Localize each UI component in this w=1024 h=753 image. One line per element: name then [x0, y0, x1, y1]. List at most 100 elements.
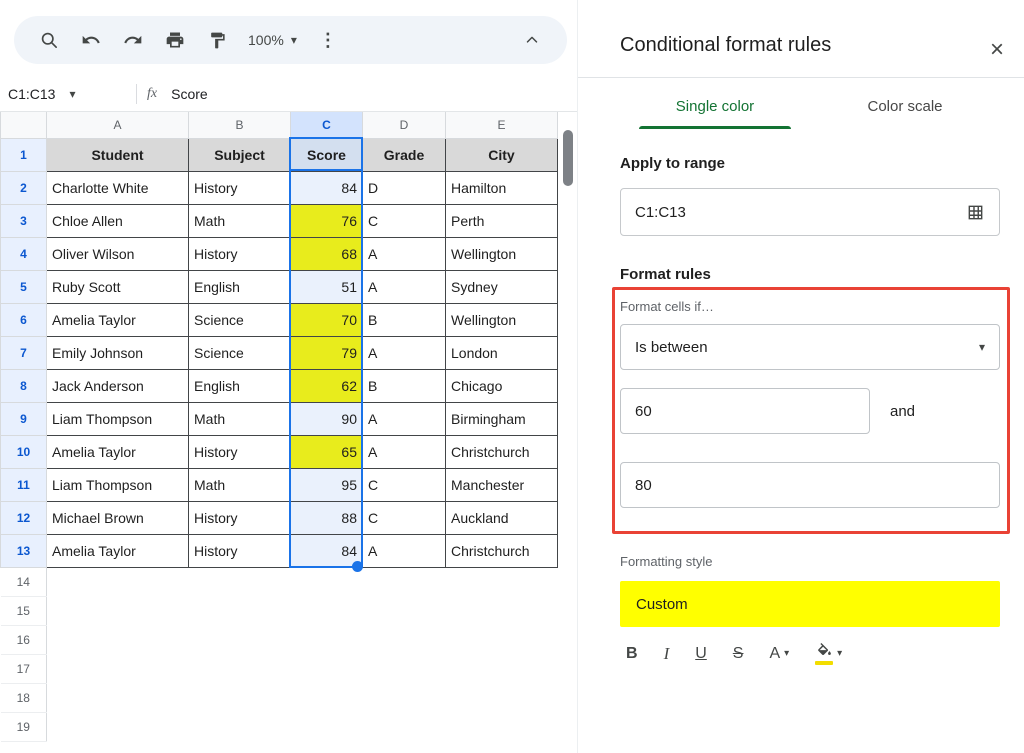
select-data-range-icon[interactable]	[966, 203, 985, 222]
redo-button[interactable]	[115, 22, 151, 58]
select-all-corner[interactable]	[1, 112, 47, 138]
cell-grade[interactable]: A	[363, 435, 446, 468]
empty-cells[interactable]	[47, 596, 558, 625]
cell-score[interactable]: 51	[291, 270, 363, 303]
cell-grade[interactable]: B	[363, 369, 446, 402]
cell-city[interactable]: London	[446, 336, 558, 369]
cell-subject[interactable]: Science	[189, 303, 291, 336]
cell-d1-grade-header[interactable]: Grade	[363, 138, 446, 171]
underline-button[interactable]: U	[695, 645, 707, 663]
row-header-5[interactable]: 5	[1, 270, 47, 303]
cell-score[interactable]: 84	[291, 534, 363, 567]
empty-cells[interactable]	[47, 683, 558, 712]
scrollbar-thumb[interactable]	[563, 130, 573, 186]
cell-c1-score-header[interactable]: Score	[291, 138, 363, 171]
cell-student[interactable]: Charlotte White	[47, 171, 189, 204]
row-header-13[interactable]: 13	[1, 534, 47, 567]
cell-student[interactable]: Chloe Allen	[47, 204, 189, 237]
cell-city[interactable]: Hamilton	[446, 171, 558, 204]
cell-grade[interactable]: A	[363, 237, 446, 270]
text-color-button[interactable]: A ▾	[769, 645, 789, 663]
name-box[interactable]: C1:C13 ▾	[8, 86, 126, 102]
cell-grade[interactable]: A	[363, 534, 446, 567]
min-value-input[interactable]	[620, 388, 870, 434]
row-header-7[interactable]: 7	[1, 336, 47, 369]
row-header-12[interactable]: 12	[1, 501, 47, 534]
bold-button[interactable]: B	[626, 645, 638, 663]
column-header-d[interactable]: D	[363, 112, 446, 138]
cell-subject[interactable]: History	[189, 435, 291, 468]
cell-student[interactable]: Oliver Wilson	[47, 237, 189, 270]
cell-subject[interactable]: Math	[189, 204, 291, 237]
strikethrough-button[interactable]: S	[733, 645, 744, 663]
row-header-2[interactable]: 2	[1, 171, 47, 204]
cell-city[interactable]: Christchurch	[446, 534, 558, 567]
cell-student[interactable]: Liam Thompson	[47, 402, 189, 435]
cell-grade[interactable]: A	[363, 336, 446, 369]
cell-grade[interactable]: A	[363, 270, 446, 303]
row-header-19[interactable]: 19	[1, 712, 47, 741]
row-header-8[interactable]: 8	[1, 369, 47, 402]
cell-score[interactable]: 62	[291, 369, 363, 402]
cell-city[interactable]: Christchurch	[446, 435, 558, 468]
formula-input[interactable]: Score	[171, 86, 208, 102]
cell-grade[interactable]: C	[363, 204, 446, 237]
cell-score[interactable]: 76	[291, 204, 363, 237]
cell-subject[interactable]: History	[189, 237, 291, 270]
selection-fill-handle[interactable]	[352, 561, 363, 572]
cell-city[interactable]: Chicago	[446, 369, 558, 402]
undo-button[interactable]	[73, 22, 109, 58]
apply-range-input[interactable]: C1:C13	[620, 188, 1000, 236]
condition-select[interactable]: Is between ▾	[620, 324, 1000, 370]
row-header-11[interactable]: 11	[1, 468, 47, 501]
cell-b1-subject-header[interactable]: Subject	[189, 138, 291, 171]
empty-cells[interactable]	[47, 625, 558, 654]
cell-student[interactable]: Jack Anderson	[47, 369, 189, 402]
cell-grade[interactable]: C	[363, 468, 446, 501]
empty-cells[interactable]	[47, 712, 558, 741]
cell-student[interactable]: Michael Brown	[47, 501, 189, 534]
cell-city[interactable]: Manchester	[446, 468, 558, 501]
cell-student[interactable]: Ruby Scott	[47, 270, 189, 303]
cell-grade[interactable]: A	[363, 402, 446, 435]
cell-score[interactable]: 68	[291, 237, 363, 270]
paint-format-button[interactable]	[199, 22, 235, 58]
cell-city[interactable]: Auckland	[446, 501, 558, 534]
cell-grade[interactable]: C	[363, 501, 446, 534]
empty-cells[interactable]	[47, 567, 558, 596]
column-header-a[interactable]: A	[47, 112, 189, 138]
empty-cells[interactable]	[47, 654, 558, 683]
tab-single-color[interactable]: Single color	[620, 78, 810, 129]
cell-city[interactable]: Wellington	[446, 303, 558, 336]
row-header-16[interactable]: 16	[1, 625, 47, 654]
vertical-scrollbar[interactable]	[562, 114, 575, 753]
column-header-e[interactable]: E	[446, 112, 558, 138]
more-options-button[interactable]: ⋮	[310, 22, 346, 58]
cell-subject[interactable]: Science	[189, 336, 291, 369]
row-header-6[interactable]: 6	[1, 303, 47, 336]
print-button[interactable]	[157, 22, 193, 58]
fill-color-button[interactable]: ▾	[815, 643, 842, 665]
row-header-18[interactable]: 18	[1, 683, 47, 712]
cell-score[interactable]: 84	[291, 171, 363, 204]
cell-student[interactable]: Amelia Taylor	[47, 435, 189, 468]
cell-subject[interactable]: History	[189, 501, 291, 534]
cell-grade[interactable]: B	[363, 303, 446, 336]
cell-score[interactable]: 70	[291, 303, 363, 336]
close-icon[interactable]: ×	[990, 38, 1004, 62]
cell-subject[interactable]: Math	[189, 468, 291, 501]
cell-subject[interactable]: English	[189, 270, 291, 303]
column-header-b[interactable]: B	[189, 112, 291, 138]
cell-subject[interactable]: History	[189, 171, 291, 204]
row-header-15[interactable]: 15	[1, 596, 47, 625]
cell-score[interactable]: 79	[291, 336, 363, 369]
cell-city[interactable]: Wellington	[446, 237, 558, 270]
tab-color-scale[interactable]: Color scale	[810, 78, 1000, 129]
cell-student[interactable]: Emily Johnson	[47, 336, 189, 369]
cell-student[interactable]: Amelia Taylor	[47, 303, 189, 336]
row-header-17[interactable]: 17	[1, 654, 47, 683]
cell-score[interactable]: 90	[291, 402, 363, 435]
cell-city[interactable]: Perth	[446, 204, 558, 237]
cell-grade[interactable]: D	[363, 171, 446, 204]
cell-student[interactable]: Liam Thompson	[47, 468, 189, 501]
